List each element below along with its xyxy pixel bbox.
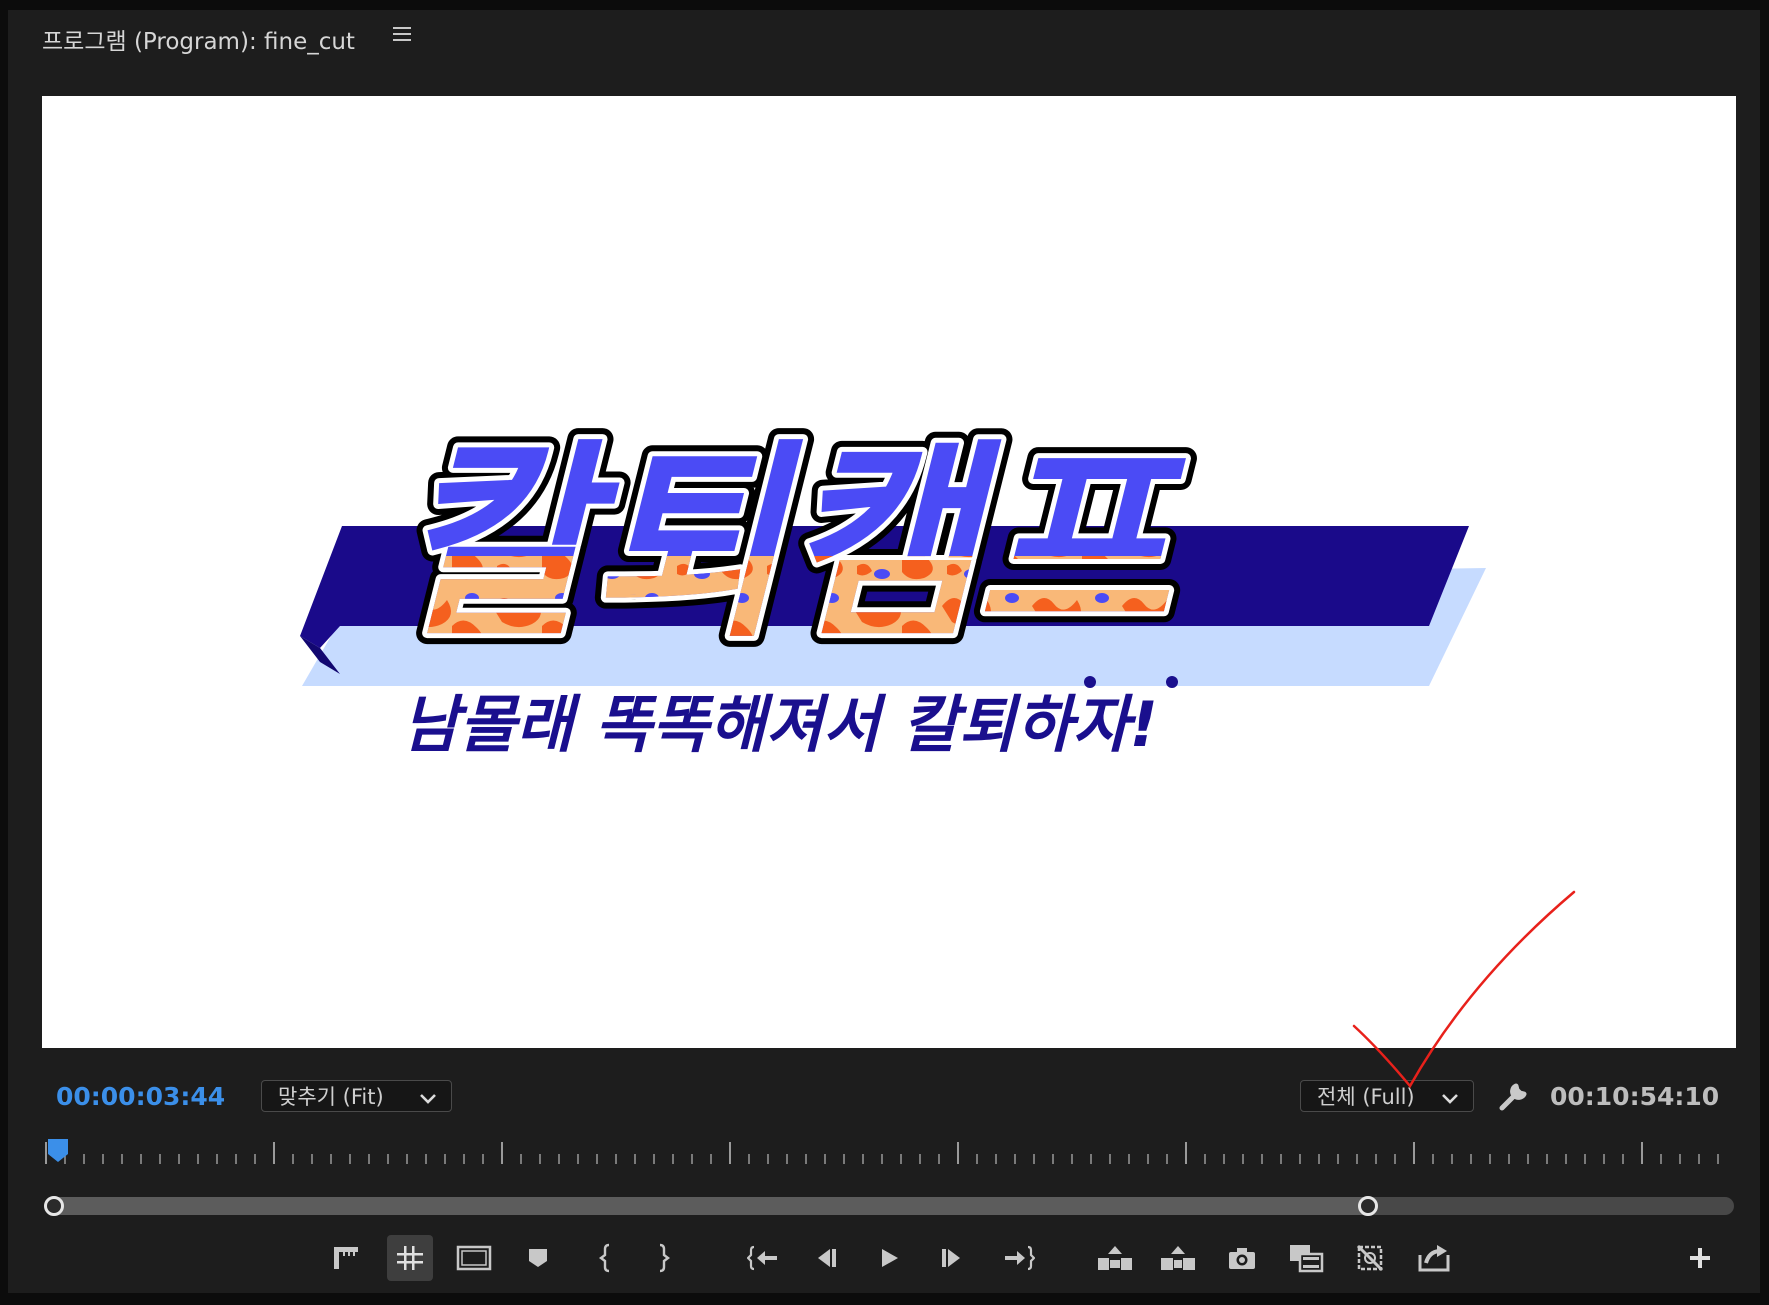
share-icon — [1417, 1243, 1451, 1273]
add-marker-button[interactable] — [515, 1235, 561, 1281]
tagline: 남몰래 똑똑해져서 칼퇴하자! — [402, 688, 1158, 761]
zoom-scrollbar-right-handle[interactable] — [1358, 1196, 1378, 1216]
program-monitor-video[interactable]: 칼퇴캠프 칼퇴캠프 칼퇴캠프 칼퇴캠프 남몰래 똑똑해져서 칼퇴하자! — [42, 96, 1736, 1048]
zoom-level-dropdown[interactable]: 맞추기 (Fit) — [261, 1080, 452, 1112]
playback-resolution-dropdown[interactable]: 전체 (Full) — [1300, 1080, 1474, 1112]
lift-button[interactable] — [1092, 1235, 1138, 1281]
title-card-graphic: 칼퇴캠프 칼퇴캠프 칼퇴캠프 칼퇴캠프 남몰래 똑똑해져서 칼퇴하자! — [300, 410, 1486, 761]
mark-out-button[interactable] — [640, 1235, 686, 1281]
bottom-border — [0, 1293, 1769, 1305]
go-to-in-icon — [747, 1245, 779, 1271]
marker-ruler-icon — [331, 1244, 361, 1272]
compare-view-button[interactable] — [1283, 1235, 1329, 1281]
go-to-out-button[interactable] — [996, 1235, 1042, 1281]
chevron-down-icon — [419, 1088, 437, 1112]
zoom-level-label: 맞추기 (Fit) — [278, 1085, 384, 1109]
frame-button[interactable] — [451, 1235, 497, 1281]
export-frame-button[interactable] — [1219, 1235, 1265, 1281]
go-to-out-icon — [1003, 1245, 1035, 1271]
playback-resolution-label: 전체 (Full) — [1317, 1085, 1415, 1109]
right-border — [1760, 0, 1769, 1305]
time-ruler[interactable] — [42, 1138, 1736, 1166]
mark-out-icon — [655, 1243, 671, 1273]
left-border — [0, 0, 8, 1305]
panel-title[interactable]: 프로그램 (Program): fine_cut — [42, 22, 355, 56]
wrench-icon[interactable] — [1496, 1080, 1530, 1114]
hamburger-menu-icon[interactable] — [392, 22, 412, 50]
toggle-proxies-button[interactable] — [1347, 1235, 1393, 1281]
zoom-scrollbar-thumb[interactable] — [46, 1197, 1370, 1215]
plus-icon — [1688, 1246, 1712, 1270]
marker-icon — [526, 1246, 550, 1270]
camera-icon — [1227, 1245, 1257, 1271]
playhead[interactable] — [47, 1138, 69, 1164]
safe-margins-button[interactable] — [387, 1235, 433, 1281]
play-icon — [877, 1246, 901, 1270]
share-button[interactable] — [1411, 1235, 1457, 1281]
current-timecode[interactable]: 00:00:03:44 — [56, 1082, 225, 1111]
step-forward-icon — [938, 1246, 964, 1270]
logo-word: 칼퇴캠프 칼퇴캠프 칼퇴캠프 칼퇴캠프 — [386, 410, 1198, 677]
lift-icon — [1096, 1244, 1134, 1272]
mark-button[interactable] — [323, 1235, 369, 1281]
frame-icon — [456, 1245, 492, 1271]
compare-icon — [1288, 1243, 1324, 1273]
extract-button[interactable] — [1155, 1235, 1201, 1281]
duration-timecode: 00:10:54:10 — [1550, 1082, 1720, 1111]
step-forward-button[interactable] — [928, 1235, 974, 1281]
go-to-in-button[interactable] — [740, 1235, 786, 1281]
extract-icon — [1159, 1244, 1197, 1272]
zoom-scrollbar-left-handle[interactable] — [44, 1196, 64, 1216]
step-back-button[interactable] — [804, 1235, 850, 1281]
chevron-down-icon — [1441, 1088, 1459, 1112]
mark-in-icon — [598, 1243, 614, 1273]
proxy-icon — [1355, 1243, 1385, 1273]
button-editor-button[interactable] — [1677, 1235, 1723, 1281]
mark-in-button[interactable] — [583, 1235, 629, 1281]
top-border — [0, 0, 1769, 10]
grid-icon — [395, 1244, 425, 1272]
play-button[interactable] — [866, 1235, 912, 1281]
step-back-icon — [814, 1246, 840, 1270]
